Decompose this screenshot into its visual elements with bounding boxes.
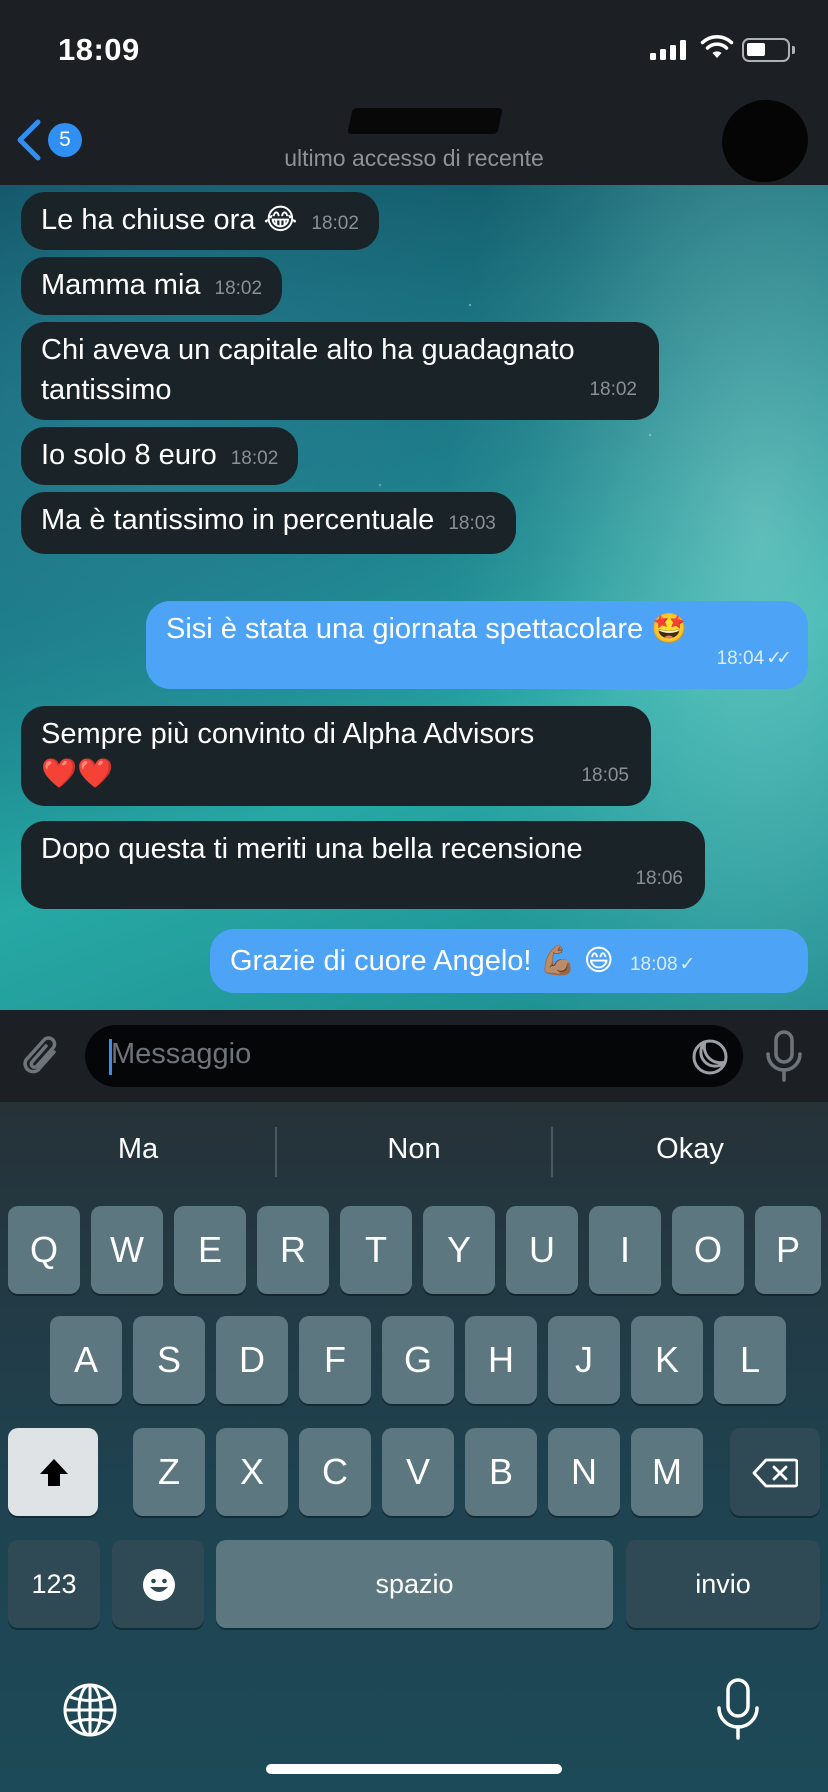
suggestion-1[interactable]: Ma [0, 1102, 276, 1197]
return-key[interactable]: invio [626, 1540, 820, 1628]
message-time: 18:02 [311, 213, 359, 234]
key-w[interactable]: W [91, 1206, 163, 1294]
key-p[interactable]: P [755, 1206, 821, 1294]
last-seen-status: ultimo accesso di recente [284, 145, 544, 171]
globe-icon[interactable] [62, 1682, 118, 1738]
home-indicator[interactable] [266, 1764, 562, 1774]
key-q[interactable]: Q [8, 1206, 80, 1294]
message-bubble[interactable]: Chi aveva un capitale alto ha guadagnato… [21, 322, 659, 420]
key-k[interactable]: K [631, 1316, 703, 1404]
key-i[interactable]: I [589, 1206, 661, 1294]
cellular-signal-icon [650, 40, 686, 60]
message-bubble[interactable]: Le ha chiuse ora 😂 18:02 [21, 192, 379, 250]
message-bubble-outgoing[interactable]: Sisi è stata una giornata spettacolare 🤩… [146, 601, 808, 689]
backspace-key[interactable] [730, 1428, 820, 1516]
key-o[interactable]: O [672, 1206, 744, 1294]
message-text: Io solo 8 euro [41, 439, 217, 471]
emoji-key[interactable] [112, 1540, 204, 1628]
message-time: 18:06 [635, 868, 683, 889]
avatar[interactable] [712, 90, 818, 192]
key-g[interactable]: G [382, 1316, 454, 1404]
space-key[interactable]: spazio [216, 1540, 613, 1628]
message-time: 18:04 [716, 648, 765, 669]
message-input-bar: Messaggio [0, 1010, 828, 1102]
wifi-icon [700, 35, 734, 58]
chat-area[interactable]: Le ha chiuse ora 😂 18:02 Mamma mia 18:02 C… [0, 185, 828, 1010]
attach-icon[interactable] [20, 1030, 64, 1082]
battery-icon [742, 38, 795, 62]
message-text: Grazie di cuore Angelo! 💪🏽 😄 [230, 945, 614, 977]
sticker-icon[interactable] [691, 1038, 729, 1076]
key-b[interactable]: B [465, 1428, 537, 1516]
message-time: 18:02 [230, 448, 279, 469]
suggestion-3[interactable]: Okay [552, 1102, 828, 1197]
message-text: Sempre più convinto di Alpha Advisors [41, 718, 535, 750]
numbers-key[interactable]: 123 [8, 1540, 100, 1628]
key-l[interactable]: L [714, 1316, 786, 1404]
message-input[interactable]: Messaggio [85, 1025, 743, 1087]
key-h[interactable]: H [465, 1316, 537, 1404]
message-placeholder: Messaggio [111, 1038, 252, 1070]
key-j[interactable]: J [548, 1316, 620, 1404]
key-d[interactable]: D [216, 1316, 288, 1404]
message-bubble-outgoing[interactable]: Grazie di cuore Angelo! 💪🏽 😄 18:08 ✓ [210, 929, 808, 993]
emoji-icon [143, 1569, 175, 1601]
message-time: 18:05 [581, 765, 629, 786]
key-r[interactable]: R [257, 1206, 329, 1294]
message-time: 18:02 [214, 278, 263, 299]
message-bubble[interactable]: Sempre più convinto di Alpha Advisors ❤️… [21, 706, 651, 806]
message-text: Ma è tantissimo in percentuale [41, 504, 435, 536]
message-text: Dopo questa ti meriti una bella recensio… [41, 833, 583, 865]
key-u[interactable]: U [506, 1206, 578, 1294]
key-z[interactable]: Z [133, 1428, 205, 1516]
message-bubble[interactable]: Io solo 8 euro 18:02 [21, 427, 299, 485]
key-c[interactable]: C [299, 1428, 371, 1516]
status-time: 18:09 [58, 32, 140, 67]
keyboard: Ma Non Okay Q W E R T Y U I O P A S D F … [0, 1102, 828, 1792]
message-time: 18:08 [629, 954, 678, 975]
key-v[interactable]: V [382, 1428, 454, 1516]
key-t[interactable]: T [340, 1206, 412, 1294]
key-f[interactable]: F [299, 1316, 371, 1404]
microphone-icon[interactable] [762, 1028, 806, 1084]
message-text: Chi aveva un capitale alto ha guadagnato [41, 334, 575, 366]
dictation-icon[interactable] [714, 1676, 762, 1742]
text-caret [109, 1039, 112, 1075]
backspace-icon [752, 1458, 798, 1488]
key-x[interactable]: X [216, 1428, 288, 1516]
key-n[interactable]: N [548, 1428, 620, 1516]
message-bubble[interactable]: Mamma mia 18:02 [21, 257, 283, 315]
key-s[interactable]: S [133, 1316, 205, 1404]
suggestion-2[interactable]: Non [276, 1102, 552, 1197]
message-text: Mamma mia [41, 269, 201, 301]
message-time: 18:02 [589, 379, 637, 400]
delivered-receipt-icon: ✓ [679, 954, 696, 975]
message-text: Le ha chiuse ora 😂 [41, 204, 298, 236]
contact-name-redacted [347, 108, 503, 134]
key-y[interactable]: Y [423, 1206, 495, 1294]
shift-key[interactable] [8, 1428, 98, 1516]
message-bubble[interactable]: Dopo questa ti meriti una bella recensio… [21, 821, 705, 909]
read-receipt-icon: ✓✓ [766, 648, 792, 669]
message-text: Sisi è stata una giornata spettacolare 🤩 [166, 613, 688, 645]
shift-icon [40, 1459, 68, 1486]
key-a[interactable]: A [50, 1316, 122, 1404]
key-m[interactable]: M [631, 1428, 703, 1516]
message-text: ❤️❤️ [41, 758, 114, 790]
key-e[interactable]: E [174, 1206, 246, 1294]
message-time: 18:03 [448, 513, 496, 534]
top-bar: 18:09 5 ultimo accesso di recente [0, 0, 828, 192]
message-bubble[interactable]: Ma è tantissimo in percentuale 18:03 [21, 492, 516, 554]
message-text: tantissimo [41, 374, 172, 406]
